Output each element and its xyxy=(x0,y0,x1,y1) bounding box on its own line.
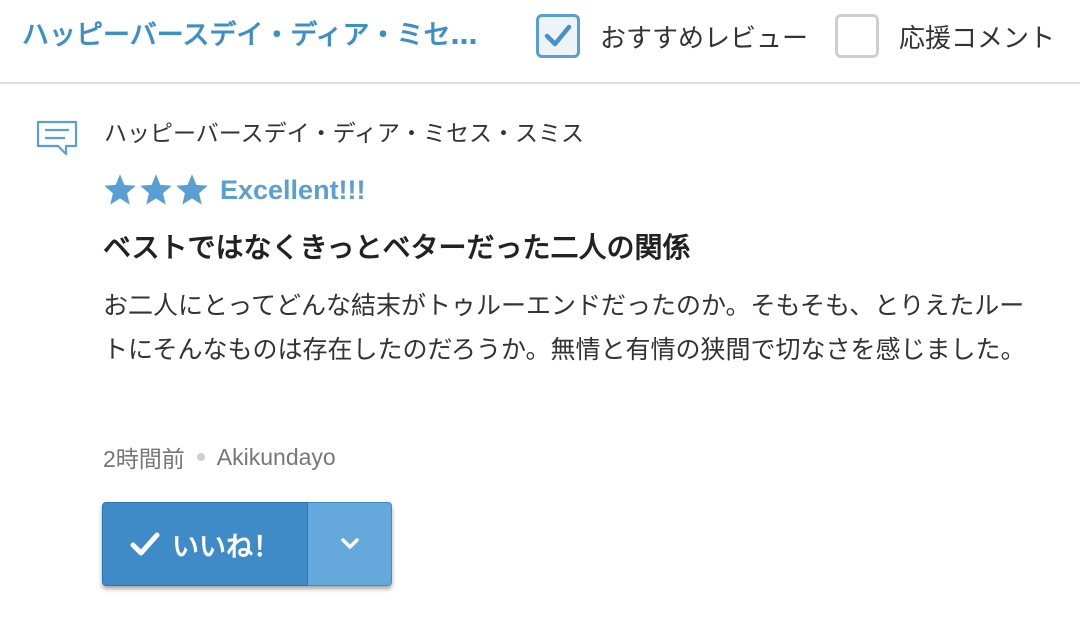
review-meta: 2時間前 Akikundayo xyxy=(103,440,336,474)
review-work-title[interactable]: ハッピーバースデイ・ディア・ミセス・スミス xyxy=(104,114,584,148)
like-button[interactable]: いいね！ xyxy=(102,502,308,586)
support-comment-label: 応援コメント xyxy=(899,23,1056,54)
support-comment-checkbox[interactable] xyxy=(835,14,879,58)
top-bar: ハッピーバースデイ・ディア・ミセス・スミス おすすめレビュー 応援コメント xyxy=(0,0,1080,84)
support-comment-filter[interactable]: 応援コメント xyxy=(835,14,1055,58)
like-button-group: いいね！ xyxy=(102,502,392,586)
review-author[interactable]: Akikundayo xyxy=(217,444,336,471)
star-rating xyxy=(102,172,210,208)
comment-bubble-icon xyxy=(36,120,78,156)
work-title-link[interactable]: ハッピーバースデイ・ディア・ミセス・スミス xyxy=(22,17,492,55)
star-icon xyxy=(176,174,208,205)
star-icon xyxy=(140,174,172,205)
rating-label: Excellent!!! xyxy=(220,174,366,205)
rating: Excellent!!! xyxy=(102,172,366,208)
like-dropdown-button[interactable] xyxy=(308,502,392,586)
review-headline: ベストではなくきっとベターだった二人の関係 xyxy=(103,231,691,264)
checkmark-icon xyxy=(544,24,572,47)
recommended-review-filter[interactable]: おすすめレビュー xyxy=(536,14,808,58)
review-timestamp: 2時間前 xyxy=(103,446,185,472)
review-card: ハッピーバースデイ・ディア・ミセス・スミス Excellent!!! ベストでは… xyxy=(0,86,1080,618)
checkmark-icon xyxy=(130,532,160,556)
chevron-down-icon xyxy=(340,538,359,549)
star-icon xyxy=(104,174,136,205)
recommended-review-checkbox[interactable] xyxy=(536,14,580,58)
recommended-review-label: おすすめレビュー xyxy=(600,23,809,54)
meta-separator xyxy=(196,453,205,461)
like-button-label: いいね！ xyxy=(172,531,280,563)
review-body: お二人にとってどんな結末がトゥルーエンドだったのか。そもそも、とりえたルートにそ… xyxy=(103,291,1026,364)
